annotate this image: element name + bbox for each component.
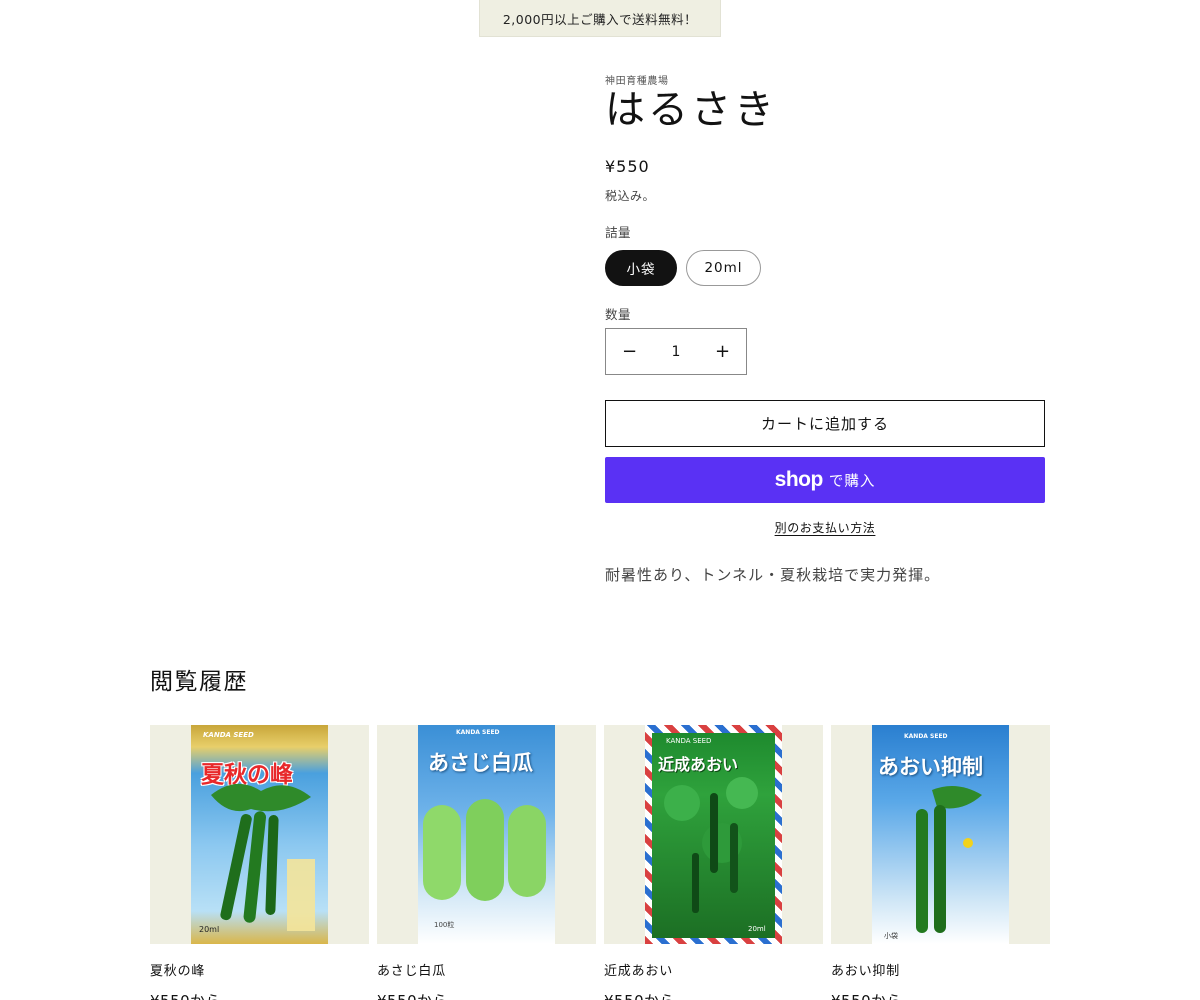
cucumber-illustration bbox=[916, 786, 982, 933]
packet-note: 100粒 bbox=[434, 921, 455, 929]
seed-packet-image: KANDA SEED あさじ白瓜 100粒 bbox=[418, 725, 555, 944]
announcement-bar: 2,000円以上ご購入で送料無料！ bbox=[479, 0, 721, 37]
product-card-name[interactable]: あおい抑制 bbox=[831, 960, 1050, 979]
quantity-input[interactable]: 1 bbox=[653, 344, 699, 360]
product-card: KANDA SEED 夏秋の峰 20ml 夏秋の峰 ¥550から bbox=[150, 725, 369, 1000]
quantity-label: 数量 bbox=[605, 307, 632, 322]
variant-option-label: 20ml bbox=[704, 260, 743, 276]
seed-packet-image: KANDA SEED 夏秋の峰 20ml bbox=[191, 725, 328, 944]
shop-pay-label: で購入 bbox=[828, 473, 876, 490]
product-card-price: ¥550から bbox=[604, 990, 823, 1000]
more-payment-link[interactable]: 別のお支払い方法 bbox=[775, 521, 876, 535]
variant-option-20ml[interactable]: 20ml bbox=[686, 250, 761, 286]
product-card-name[interactable]: 近成あおい bbox=[604, 960, 823, 979]
increase-quantity-button[interactable]: + bbox=[699, 329, 746, 374]
product-price: ¥550 bbox=[605, 157, 650, 176]
plus-icon: + bbox=[714, 341, 731, 362]
cucumber-vine-illustration bbox=[664, 777, 758, 913]
packet-note: 20ml bbox=[199, 925, 220, 934]
minus-icon: − bbox=[621, 341, 638, 362]
product-card-image[interactable]: KANDA SEED 夏秋の峰 20ml bbox=[150, 725, 369, 944]
shop-pay-logo: shop bbox=[774, 468, 824, 491]
decrease-quantity-button[interactable]: − bbox=[606, 329, 653, 374]
product-card: KANDA SEED 近成あおい 20ml 近成あおい ¥550から bbox=[604, 725, 823, 1000]
add-to-cart-button[interactable]: カートに追加する bbox=[605, 400, 1045, 447]
cucumber-illustration bbox=[211, 783, 315, 931]
option-label: 詰量 bbox=[605, 225, 632, 240]
packet-inner: KANDA SEED 近成あおい 20ml bbox=[652, 733, 775, 938]
more-payment-options: 別のお支払い方法 bbox=[605, 519, 1045, 536]
product-card-name[interactable]: あさじ白瓜 bbox=[377, 960, 596, 979]
packet-note: 小袋 bbox=[884, 932, 898, 940]
product-card-image[interactable]: KANDA SEED あさじ白瓜 100粒 bbox=[377, 725, 596, 944]
product-description: 耐暑性あり、トンネル・夏秋栽培で実力発揮。 bbox=[605, 566, 941, 584]
product-card-price: ¥550から bbox=[831, 990, 1050, 1000]
product-card-image[interactable]: KANDA SEED あおい抑制 小袋 bbox=[831, 725, 1050, 944]
seed-packet-image: KANDA SEED 近成あおい 20ml bbox=[645, 725, 782, 944]
melon-illustration bbox=[423, 799, 546, 901]
add-to-cart-label: カートに追加する bbox=[760, 415, 889, 433]
quantity-stepper: − 1 + bbox=[605, 328, 747, 375]
recently-viewed-heading: 閲覧履歴 bbox=[150, 669, 248, 695]
variant-option-small-bag[interactable]: 小袋 bbox=[605, 250, 677, 286]
product-card-price: ¥550から bbox=[377, 990, 596, 1000]
product-title: はるさき bbox=[605, 87, 777, 133]
product-card: KANDA SEED あおい抑制 小袋 あおい抑制 ¥550から bbox=[831, 725, 1050, 1000]
tax-note: 税込み。 bbox=[605, 189, 656, 203]
product-card: KANDA SEED あさじ白瓜 100粒 あさじ白瓜 ¥550から bbox=[377, 725, 596, 1000]
product-card-image[interactable]: KANDA SEED 近成あおい 20ml bbox=[604, 725, 823, 944]
product-card-name[interactable]: 夏秋の峰 bbox=[150, 960, 369, 979]
product-card-price: ¥550から bbox=[150, 990, 369, 1000]
packet-note: 20ml bbox=[748, 925, 766, 933]
shop-pay-button[interactable]: shop で購入 bbox=[605, 457, 1045, 503]
seed-packet-image: KANDA SEED あおい抑制 小袋 bbox=[872, 725, 1009, 944]
variant-option-label: 小袋 bbox=[626, 262, 656, 278]
announcement-text: 2,000円以上ご購入で送料無料！ bbox=[502, 11, 698, 27]
